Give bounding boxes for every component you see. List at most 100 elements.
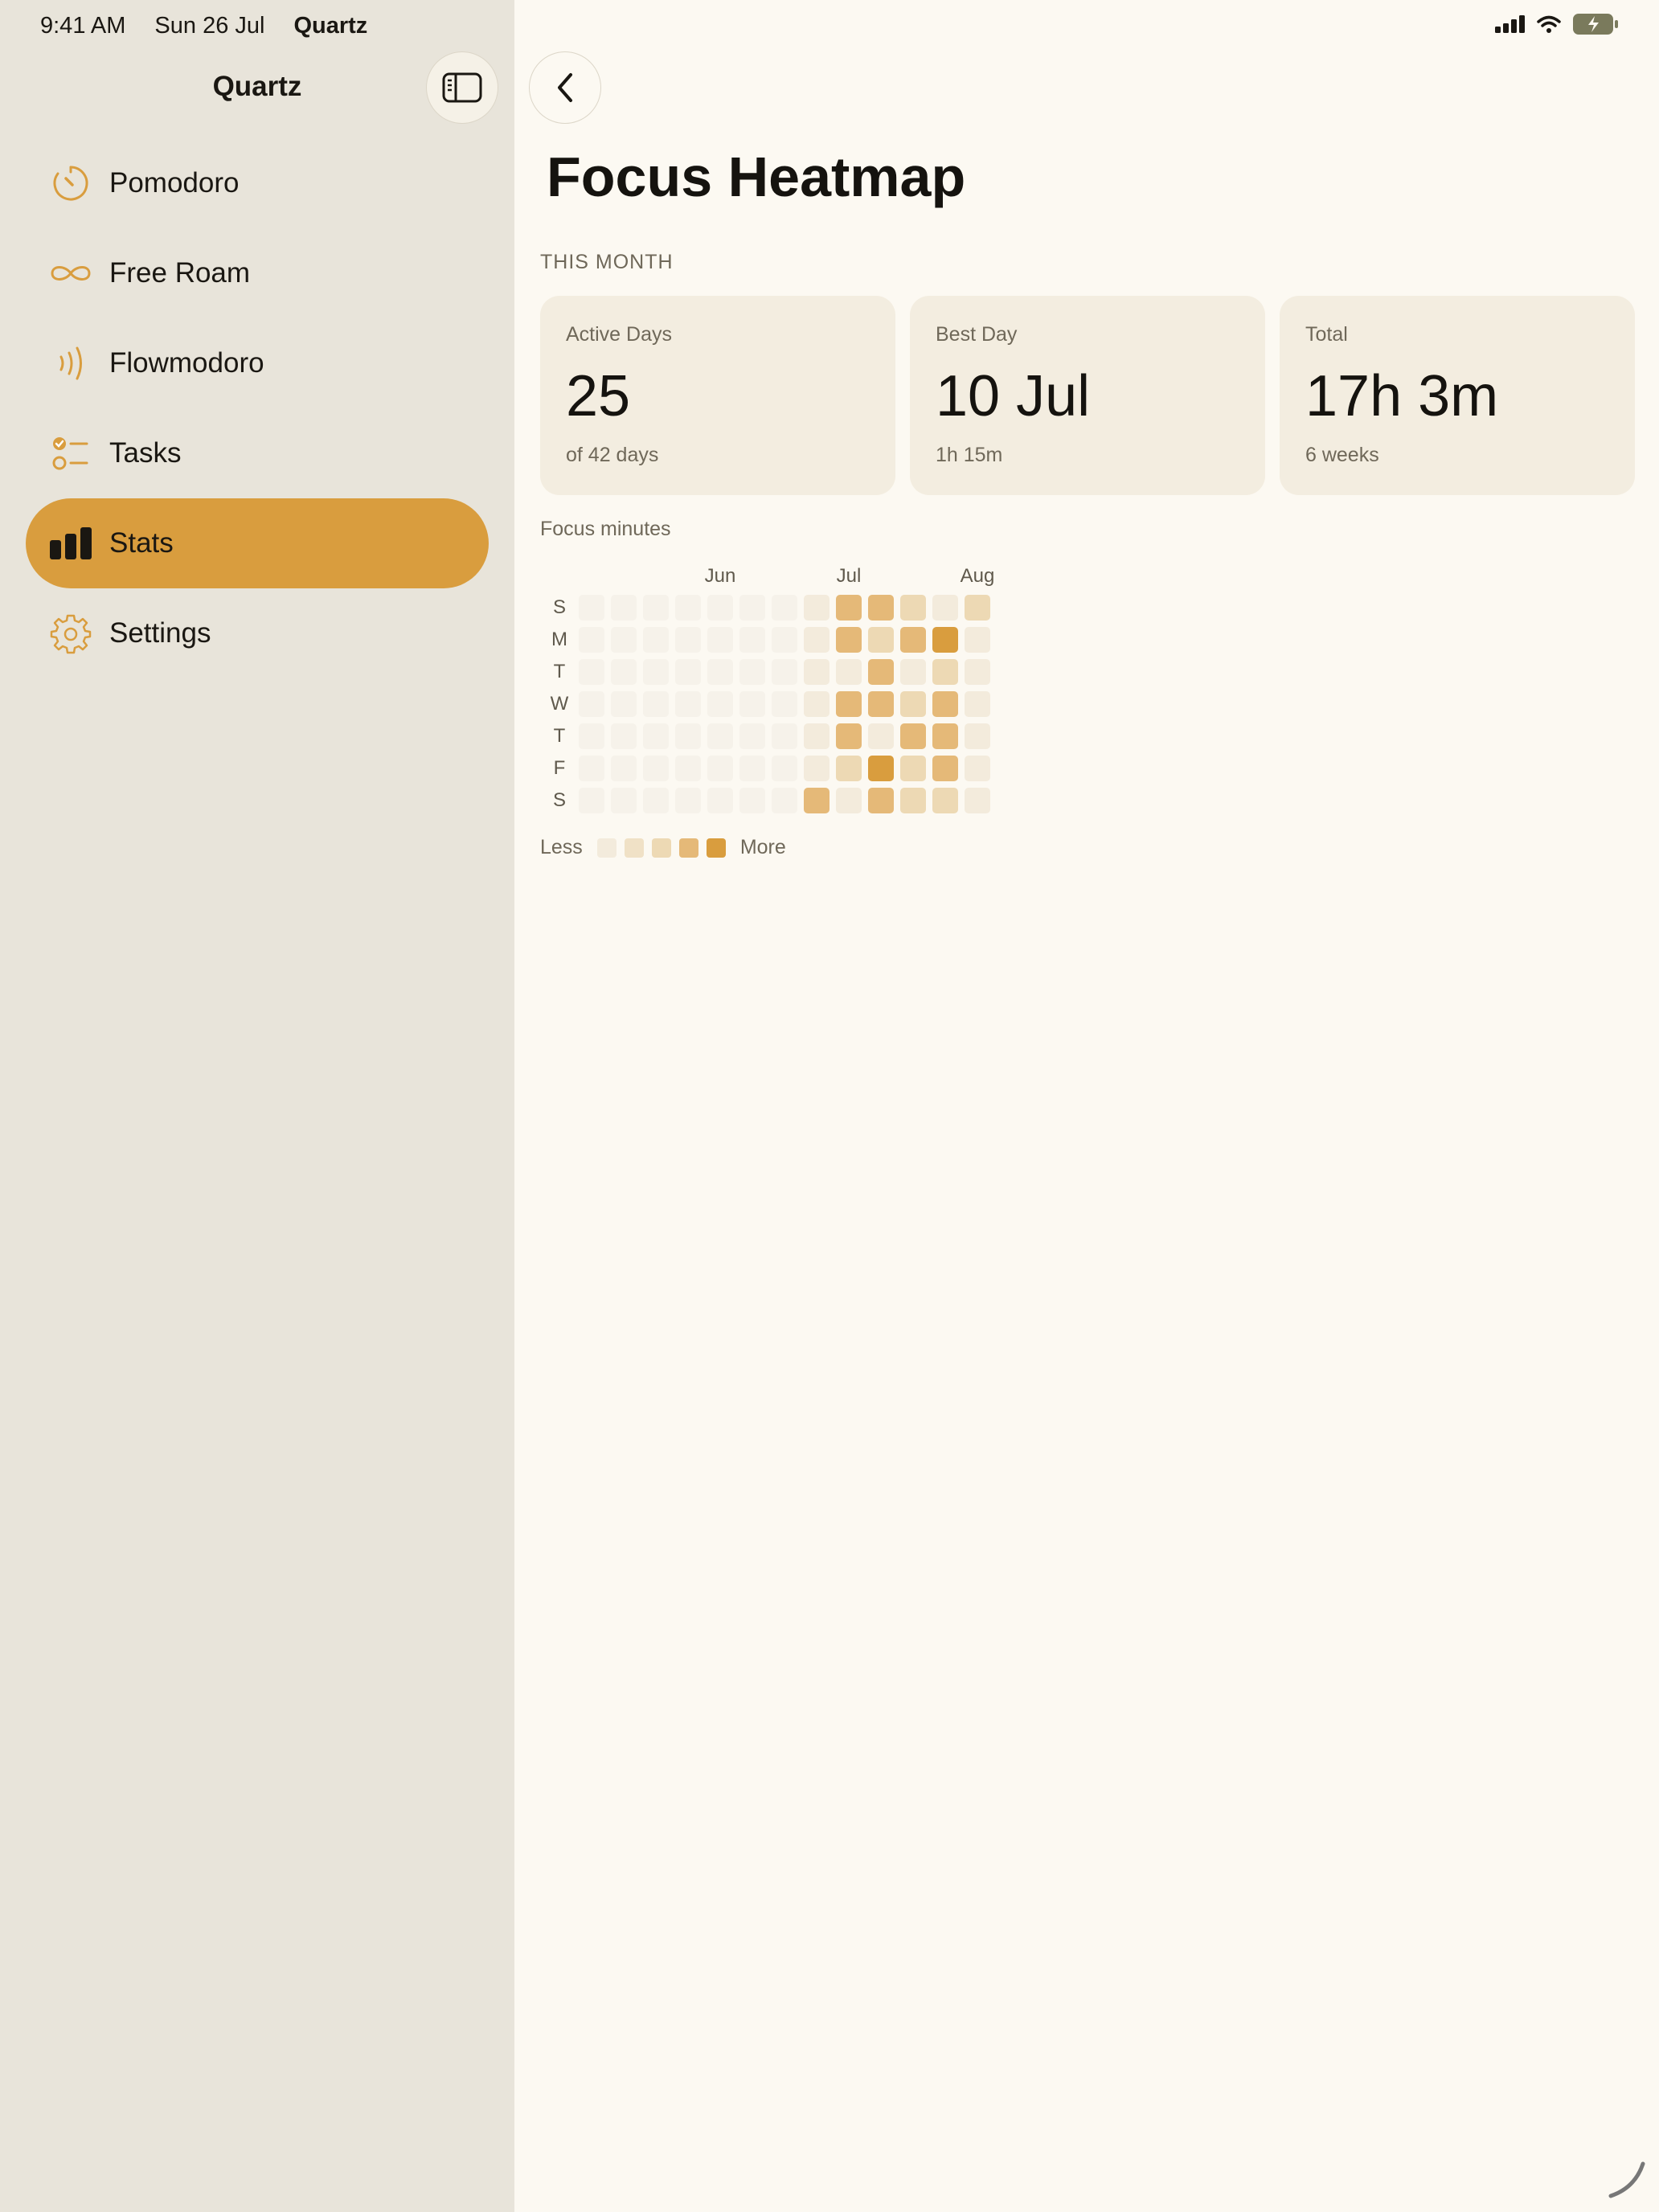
heatmap-cell[interactable]	[868, 659, 894, 685]
heatmap-cell[interactable]	[932, 659, 958, 685]
heatmap-cell[interactable]	[932, 627, 958, 653]
heatmap-cell[interactable]	[900, 756, 926, 781]
heatmap-cell[interactable]	[772, 691, 797, 717]
heatmap-cell[interactable]	[643, 723, 669, 749]
heatmap-cell[interactable]	[579, 691, 604, 717]
heatmap-cell[interactable]	[707, 595, 733, 621]
heatmap-cell[interactable]	[611, 723, 637, 749]
heatmap-cell[interactable]	[900, 627, 926, 653]
heatmap-cell[interactable]	[965, 627, 990, 653]
heatmap-cell[interactable]	[804, 595, 830, 621]
heatmap-cell[interactable]	[611, 595, 637, 621]
heatmap-cell[interactable]	[772, 627, 797, 653]
heatmap-cell[interactable]	[965, 595, 990, 621]
heatmap-cell[interactable]	[932, 788, 958, 813]
heatmap-cell[interactable]	[868, 723, 894, 749]
heatmap-cell[interactable]	[965, 691, 990, 717]
sidebar-item-pomodoro[interactable]: Pomodoro	[26, 138, 489, 228]
heatmap-cell[interactable]	[707, 691, 733, 717]
heatmap-cell[interactable]	[611, 788, 637, 813]
heatmap-cell[interactable]	[739, 691, 765, 717]
heatmap-cell[interactable]	[643, 627, 669, 653]
heatmap-cell[interactable]	[675, 659, 701, 685]
sidebar-item-flowmodoro[interactable]: Flowmodoro	[26, 318, 489, 408]
heatmap-cell[interactable]	[579, 595, 604, 621]
heatmap-cell[interactable]	[965, 756, 990, 781]
heatmap-cell[interactable]	[900, 659, 926, 685]
heatmap-cell[interactable]	[836, 723, 862, 749]
heatmap-cell[interactable]	[804, 723, 830, 749]
sidebar-item-free-roam[interactable]: Free Roam	[26, 228, 489, 318]
heatmap-cell[interactable]	[900, 595, 926, 621]
heatmap-cell[interactable]	[868, 788, 894, 813]
heatmap-cell[interactable]	[804, 788, 830, 813]
heatmap-cell[interactable]	[643, 691, 669, 717]
heatmap-cell[interactable]	[707, 788, 733, 813]
heatmap-cell[interactable]	[868, 756, 894, 781]
heatmap-cell[interactable]	[965, 723, 990, 749]
heatmap-cell[interactable]	[932, 723, 958, 749]
heatmap-cell[interactable]	[579, 627, 604, 653]
heatmap-cell[interactable]	[707, 627, 733, 653]
sidebar-item-settings[interactable]: Settings	[26, 588, 489, 678]
heatmap-cell[interactable]	[836, 659, 862, 685]
heatmap-cell[interactable]	[707, 723, 733, 749]
heatmap-cell[interactable]	[772, 723, 797, 749]
heatmap-cell[interactable]	[675, 595, 701, 621]
sidebar-item-tasks[interactable]: Tasks	[26, 408, 489, 498]
heatmap-cell[interactable]	[739, 756, 765, 781]
heatmap-cell[interactable]	[643, 595, 669, 621]
heatmap-cell[interactable]	[836, 756, 862, 781]
heatmap-cell[interactable]	[772, 756, 797, 781]
heatmap-cell[interactable]	[675, 756, 701, 781]
heatmap-cell[interactable]	[611, 691, 637, 717]
heatmap-cell[interactable]	[772, 659, 797, 685]
back-button[interactable]	[529, 51, 601, 124]
heatmap-cell[interactable]	[739, 627, 765, 653]
heatmap-cell[interactable]	[643, 756, 669, 781]
heatmap-cell[interactable]	[675, 627, 701, 653]
heatmap-cell[interactable]	[836, 595, 862, 621]
heatmap-cell[interactable]	[772, 595, 797, 621]
heatmap-cell[interactable]	[804, 691, 830, 717]
heatmap-cell[interactable]	[579, 659, 604, 685]
heatmap-cell[interactable]	[675, 723, 701, 749]
heatmap-cell[interactable]	[611, 627, 637, 653]
heatmap-cell[interactable]	[611, 756, 637, 781]
sidebar-item-stats[interactable]: Stats	[26, 498, 489, 588]
heatmap-cell[interactable]	[675, 691, 701, 717]
heatmap-cell[interactable]	[804, 627, 830, 653]
heatmap-cell[interactable]	[836, 691, 862, 717]
heatmap-cell[interactable]	[804, 756, 830, 781]
heatmap-cell[interactable]	[739, 723, 765, 749]
chart-label: Focus minutes	[540, 518, 671, 540]
heatmap-cell[interactable]	[868, 627, 894, 653]
heatmap-cell[interactable]	[579, 788, 604, 813]
heatmap-cell[interactable]	[932, 691, 958, 717]
heatmap-cell[interactable]	[739, 788, 765, 813]
heatmap-cell[interactable]	[579, 723, 604, 749]
heatmap-cell[interactable]	[868, 691, 894, 717]
heatmap-cell[interactable]	[643, 659, 669, 685]
heatmap-cell[interactable]	[804, 659, 830, 685]
heatmap-cell[interactable]	[868, 595, 894, 621]
heatmap-cell[interactable]	[900, 788, 926, 813]
heatmap-cell[interactable]	[965, 788, 990, 813]
heatmap-cell[interactable]	[643, 788, 669, 813]
heatmap-cell[interactable]	[836, 788, 862, 813]
heatmap-cell[interactable]	[965, 659, 990, 685]
heatmap-cell[interactable]	[900, 691, 926, 717]
heatmap-cell[interactable]	[739, 659, 765, 685]
heatmap-cell[interactable]	[772, 788, 797, 813]
sidebar-toggle-button[interactable]	[426, 51, 498, 124]
heatmap-cell[interactable]	[739, 595, 765, 621]
heatmap-cell[interactable]	[932, 756, 958, 781]
heatmap-cell[interactable]	[900, 723, 926, 749]
heatmap-cell[interactable]	[611, 659, 637, 685]
heatmap-cell[interactable]	[836, 627, 862, 653]
heatmap-cell[interactable]	[707, 756, 733, 781]
heatmap-cell[interactable]	[579, 756, 604, 781]
heatmap-cell[interactable]	[707, 659, 733, 685]
heatmap-cell[interactable]	[675, 788, 701, 813]
heatmap-cell[interactable]	[932, 595, 958, 621]
